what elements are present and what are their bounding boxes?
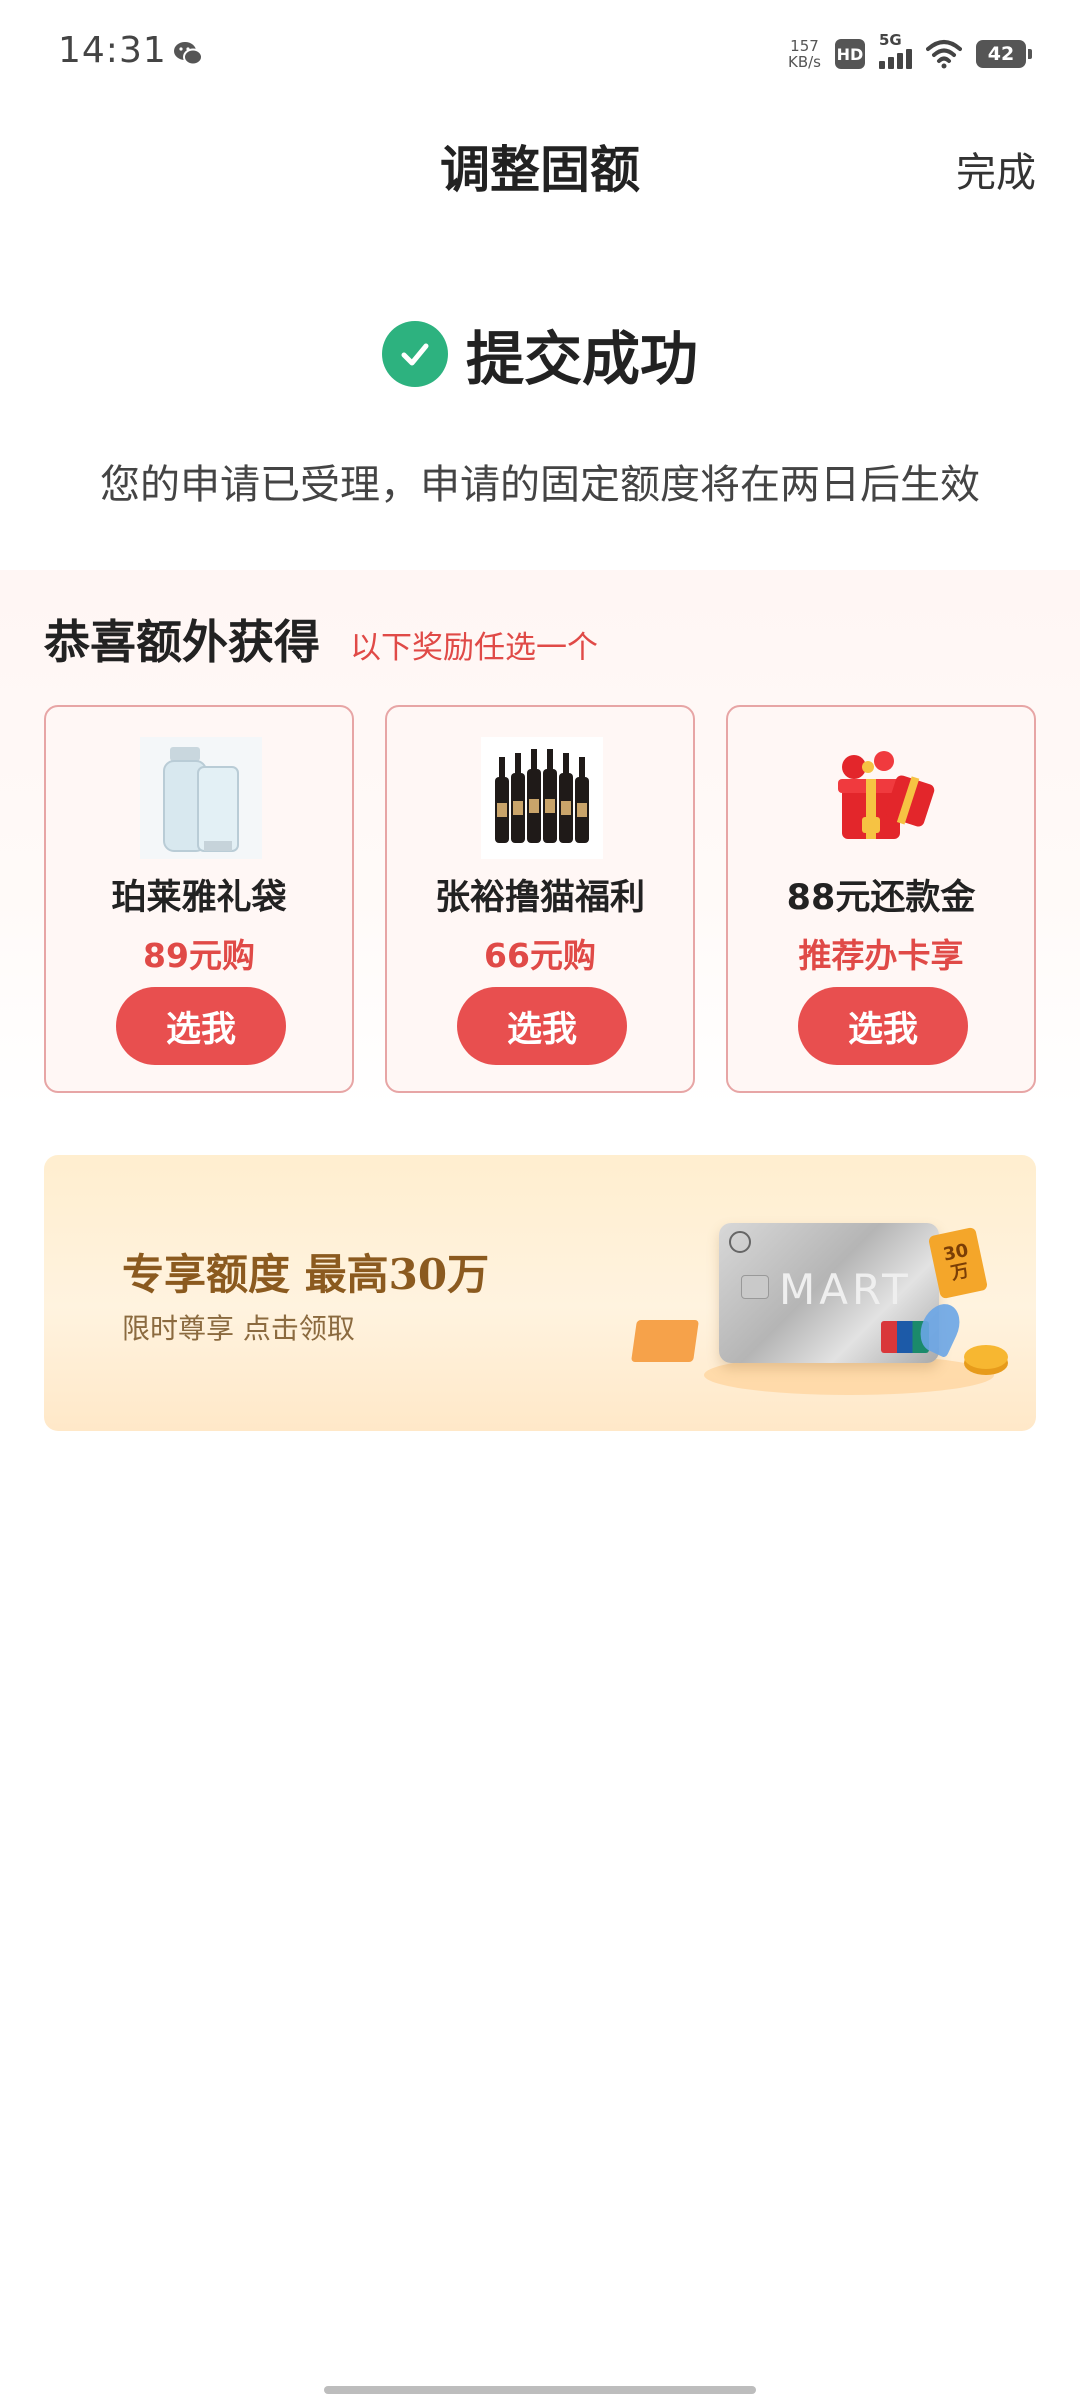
select-reward-button[interactable]: 选我 [798,987,968,1065]
cellular-signal-icon: 5G [879,31,912,69]
network-speed: 157 KB/s [788,38,821,70]
reward-name: 88元还款金 [786,878,976,918]
network-speed-unit: KB/s [788,53,821,71]
page-title: 调整固额 [440,141,640,199]
banner-title: 专享额度 最高30万 [122,1250,490,1299]
coin-icon [964,1345,1008,1369]
skincare-product-icon [140,737,262,859]
done-button[interactable]: 完成 [956,140,1036,198]
card-brand-text: MART [779,1265,912,1314]
reward-price: 66元购 [484,936,596,975]
hd-icon: HD [835,39,865,69]
credit-card-image: MART [719,1223,939,1363]
wifi-icon [926,40,962,69]
card-chip-icon [741,1275,769,1299]
red-gift-box-icon [822,737,944,859]
banner-subtitle: 限时尊享 点击领取 [122,1312,355,1345]
network-type-label: 5G [879,31,902,49]
reward-name: 张裕撸猫福利 [434,878,645,918]
success-title: 提交成功 [465,325,698,393]
home-indicator[interactable] [324,2386,756,2394]
status-bar: 14:31 157 KB/s HD 5G 42 [0,0,1080,108]
select-reward-button[interactable]: 选我 [457,987,627,1065]
reward-card-repayment[interactable]: 88元还款金 推荐办卡享 选我 [726,705,1036,1093]
reward-card-changyu[interactable]: 张裕撸猫福利 66元购 选我 [385,705,695,1093]
bank-logo-icon [729,1231,751,1253]
rewards-subtitle: 以下奖励任选一个 [350,630,598,666]
success-header: 提交成功 [0,312,1080,396]
credit-limit-banner[interactable]: 专享额度 最高30万 限时尊享 点击领取 MART 30 万 [44,1155,1036,1431]
success-description: 您的申请已受理，申请的固定额度将在两日后生效 [100,462,980,508]
rewards-title: 恭喜额外获得 [44,615,320,669]
wine-bottles-icon [481,737,603,859]
select-reward-button[interactable]: 选我 [116,987,286,1065]
reward-card-proya[interactable]: 珀莱雅礼袋 89元购 选我 [44,705,354,1093]
gift-box-icon [631,1320,699,1362]
status-time: 14:31 [58,30,167,71]
rewards-header: 恭喜额外获得 以下奖励任选一个 [44,606,598,672]
check-circle-icon [381,321,448,387]
limit-tag-unit: 万 [948,1260,971,1285]
reward-name: 珀莱雅礼袋 [111,878,287,918]
reward-price: 推荐办卡享 [798,936,964,975]
wechat-icon [174,42,203,66]
battery-icon: 42 [976,40,1032,68]
network-speed-value: 157 [790,37,819,55]
status-icons: 157 KB/s HD 5G 42 [788,31,1032,74]
reward-price: 89元购 [143,936,255,975]
